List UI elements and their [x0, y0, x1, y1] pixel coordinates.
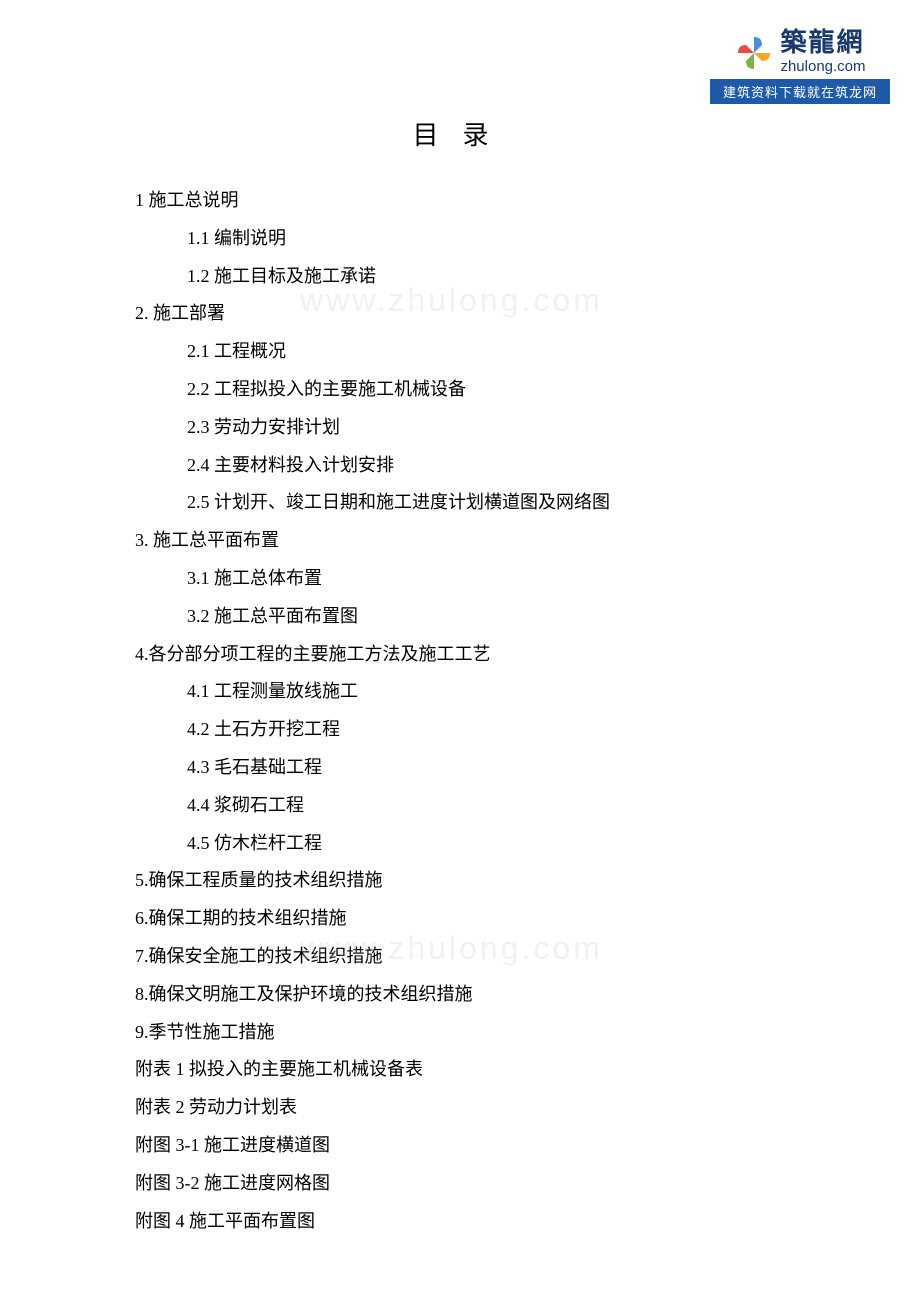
toc-entry: 2.1 工程概况 [135, 333, 790, 371]
toc-entry: 附图 3-1 施工进度横道图 [135, 1127, 790, 1165]
toc-container: 1 施工总说明1.1 编制说明1.2 施工目标及施工承诺2. 施工部署2.1 工… [135, 182, 790, 1240]
toc-entry: 3.1 施工总体布置 [135, 560, 790, 598]
logo-text: 築龍網 zhulong.com [780, 30, 865, 75]
toc-entry: 4.4 浆砌石工程 [135, 787, 790, 825]
page-title: 目录 [135, 115, 790, 152]
toc-entry: 1.1 编制说明 [135, 220, 790, 258]
toc-entry: 附表 1 拟投入的主要施工机械设备表 [135, 1051, 790, 1089]
logo-name-en: zhulong.com [780, 58, 865, 75]
document-content: 目录 1 施工总说明1.1 编制说明1.2 施工目标及施工承诺2. 施工部署2.… [0, 0, 920, 1240]
toc-entry: 2. 施工部署 [135, 295, 790, 333]
toc-entry: 3.2 施工总平面布置图 [135, 598, 790, 636]
toc-entry: 1 施工总说明 [135, 182, 790, 220]
toc-entry: 2.3 劳动力安排计划 [135, 409, 790, 447]
toc-entry: 5.确保工程质量的技术组织措施 [135, 862, 790, 900]
toc-entry: 附图 3-2 施工进度网格图 [135, 1165, 790, 1203]
toc-entry: 4.2 土石方开挖工程 [135, 711, 790, 749]
logo-area: 築龍網 zhulong.com 建筑资料下载就在筑龙网 [710, 30, 890, 104]
logo-name-cn: 築龍網 [780, 30, 864, 56]
logo-banner: 建筑资料下载就在筑龙网 [710, 79, 890, 104]
toc-entry: 8.确保文明施工及保护环境的技术组织措施 [135, 976, 790, 1014]
toc-entry: 4.各分部分项工程的主要施工方法及施工工艺 [135, 636, 790, 674]
pinwheel-icon [734, 33, 774, 73]
toc-entry: 2.4 主要材料投入计划安排 [135, 447, 790, 485]
toc-entry: 4.3 毛石基础工程 [135, 749, 790, 787]
toc-entry: 7.确保安全施工的技术组织措施 [135, 938, 790, 976]
toc-entry: 9.季节性施工措施 [135, 1014, 790, 1052]
toc-entry: 2.5 计划开、竣工日期和施工进度计划横道图及网络图 [135, 484, 790, 522]
toc-entry: 1.2 施工目标及施工承诺 [135, 258, 790, 296]
toc-entry: 6.确保工期的技术组织措施 [135, 900, 790, 938]
toc-entry: 附图 4 施工平面布置图 [135, 1203, 790, 1241]
toc-entry: 4.5 仿木栏杆工程 [135, 825, 790, 863]
toc-entry: 附表 2 劳动力计划表 [135, 1089, 790, 1127]
toc-entry: 4.1 工程测量放线施工 [135, 673, 790, 711]
toc-entry: 2.2 工程拟投入的主要施工机械设备 [135, 371, 790, 409]
toc-entry: 3. 施工总平面布置 [135, 522, 790, 560]
logo-row: 築龍網 zhulong.com [710, 30, 890, 75]
